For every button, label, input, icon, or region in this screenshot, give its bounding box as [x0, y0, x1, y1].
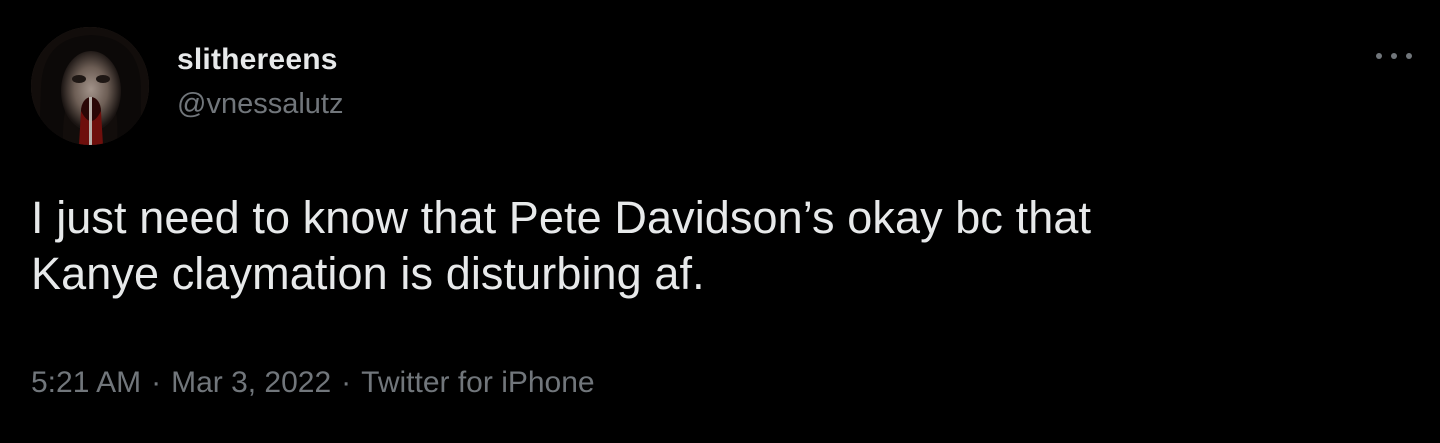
tweet-text-line: Kanye claymation is disturbing af.: [31, 248, 705, 299]
more-horizontal-icon[interactable]: [1376, 46, 1412, 66]
more-dot: [1406, 53, 1412, 59]
author-names: slithereens @vnessalutz: [177, 43, 343, 121]
tweet-time[interactable]: 5:21 AM: [31, 363, 141, 403]
tweet-date[interactable]: Mar 3, 2022: [171, 363, 331, 403]
avatar[interactable]: [31, 27, 149, 145]
tweet-text: I just need to know that Pete Davidson’s…: [31, 190, 1411, 302]
meta-separator: ·: [151, 366, 162, 399]
tweet-source[interactable]: Twitter for iPhone: [361, 363, 594, 403]
tweet-meta: 5:21 AM · Mar 3, 2022 · Twitter for iPho…: [31, 363, 595, 403]
meta-separator: ·: [341, 366, 352, 399]
tweet-header: slithereens @vnessalutz: [31, 27, 343, 145]
more-dot: [1391, 53, 1397, 59]
tweet-text-line: I just need to know that Pete Davidson’s…: [31, 192, 1092, 243]
user-handle[interactable]: @vnessalutz: [177, 87, 343, 121]
display-name[interactable]: slithereens: [177, 43, 343, 77]
avatar-image: [31, 27, 149, 145]
more-dot: [1376, 53, 1382, 59]
tweet-card: slithereens @vnessalutz I just need to k…: [0, 0, 1440, 443]
